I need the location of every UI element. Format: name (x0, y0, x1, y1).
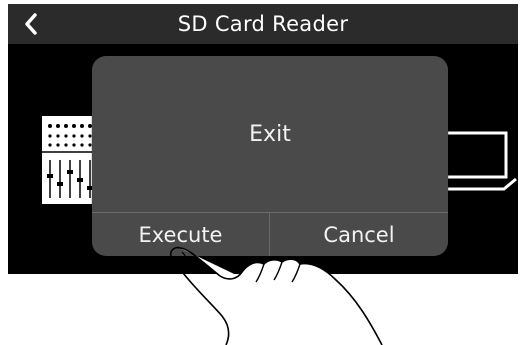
chevron-left-icon (25, 13, 37, 35)
device-screen: SD Card Reader Exit Execute Cancel (8, 4, 518, 274)
page-title: SD Card Reader (177, 12, 349, 36)
header-bar: SD Card Reader (8, 4, 518, 44)
exit-dialog: Exit Execute Cancel (92, 56, 448, 256)
laptop-icon (444, 131, 517, 191)
page: SD Card Reader Exit Execute Cancel (0, 0, 520, 345)
cancel-button[interactable]: Cancel (270, 213, 448, 256)
execute-button[interactable]: Execute (92, 213, 269, 256)
back-button[interactable] (8, 4, 54, 44)
dialog-message: Exit (249, 121, 291, 147)
